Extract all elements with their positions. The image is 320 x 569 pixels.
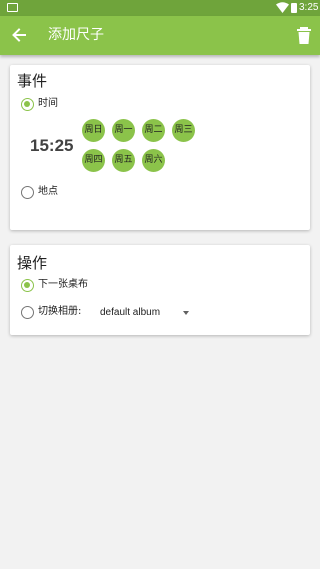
back-arrow-icon[interactable]: [10, 26, 28, 44]
page-title: 添加尺子: [48, 27, 104, 43]
event-card: 事件 时间 15:25 周日 周一 周二 周三 周四 周五 周六 地点: [10, 65, 310, 230]
time-radio-label: 时间: [38, 98, 58, 109]
location-radio-label: 地点: [38, 186, 58, 197]
day-thursday[interactable]: 周四: [82, 149, 105, 172]
day-monday[interactable]: 周一: [112, 119, 135, 142]
album-select[interactable]: default album: [100, 306, 160, 320]
day-sunday[interactable]: 周日: [82, 119, 105, 142]
switch-album-label: 切换相册:: [38, 306, 82, 317]
day-wednesday[interactable]: 周三: [172, 119, 195, 142]
trash-icon[interactable]: [297, 27, 311, 44]
day-saturday[interactable]: 周六: [142, 149, 165, 172]
action-card: 操作 下一张桌布 切换相册: default album: [10, 245, 310, 335]
event-card-title: 事件: [17, 72, 48, 90]
notification-icon: [7, 3, 18, 12]
next-wallpaper-label: 下一张桌布: [38, 279, 88, 290]
dropdown-arrow-icon[interactable]: [183, 311, 189, 315]
status-bar: 3:25: [0, 0, 320, 16]
status-time: 3:25: [299, 2, 319, 13]
battery-icon: [291, 3, 297, 13]
action-card-title: 操作: [17, 254, 48, 272]
next-wallpaper-radio[interactable]: [21, 279, 34, 292]
wifi-icon: [276, 2, 289, 13]
time-radio[interactable]: [21, 98, 34, 111]
app-bar: 添加尺子: [0, 16, 320, 55]
location-radio[interactable]: [21, 186, 34, 199]
switch-album-radio[interactable]: [21, 306, 34, 319]
day-friday[interactable]: 周五: [112, 149, 135, 172]
day-tuesday[interactable]: 周二: [142, 119, 165, 142]
time-display[interactable]: 15:25: [30, 135, 73, 157]
